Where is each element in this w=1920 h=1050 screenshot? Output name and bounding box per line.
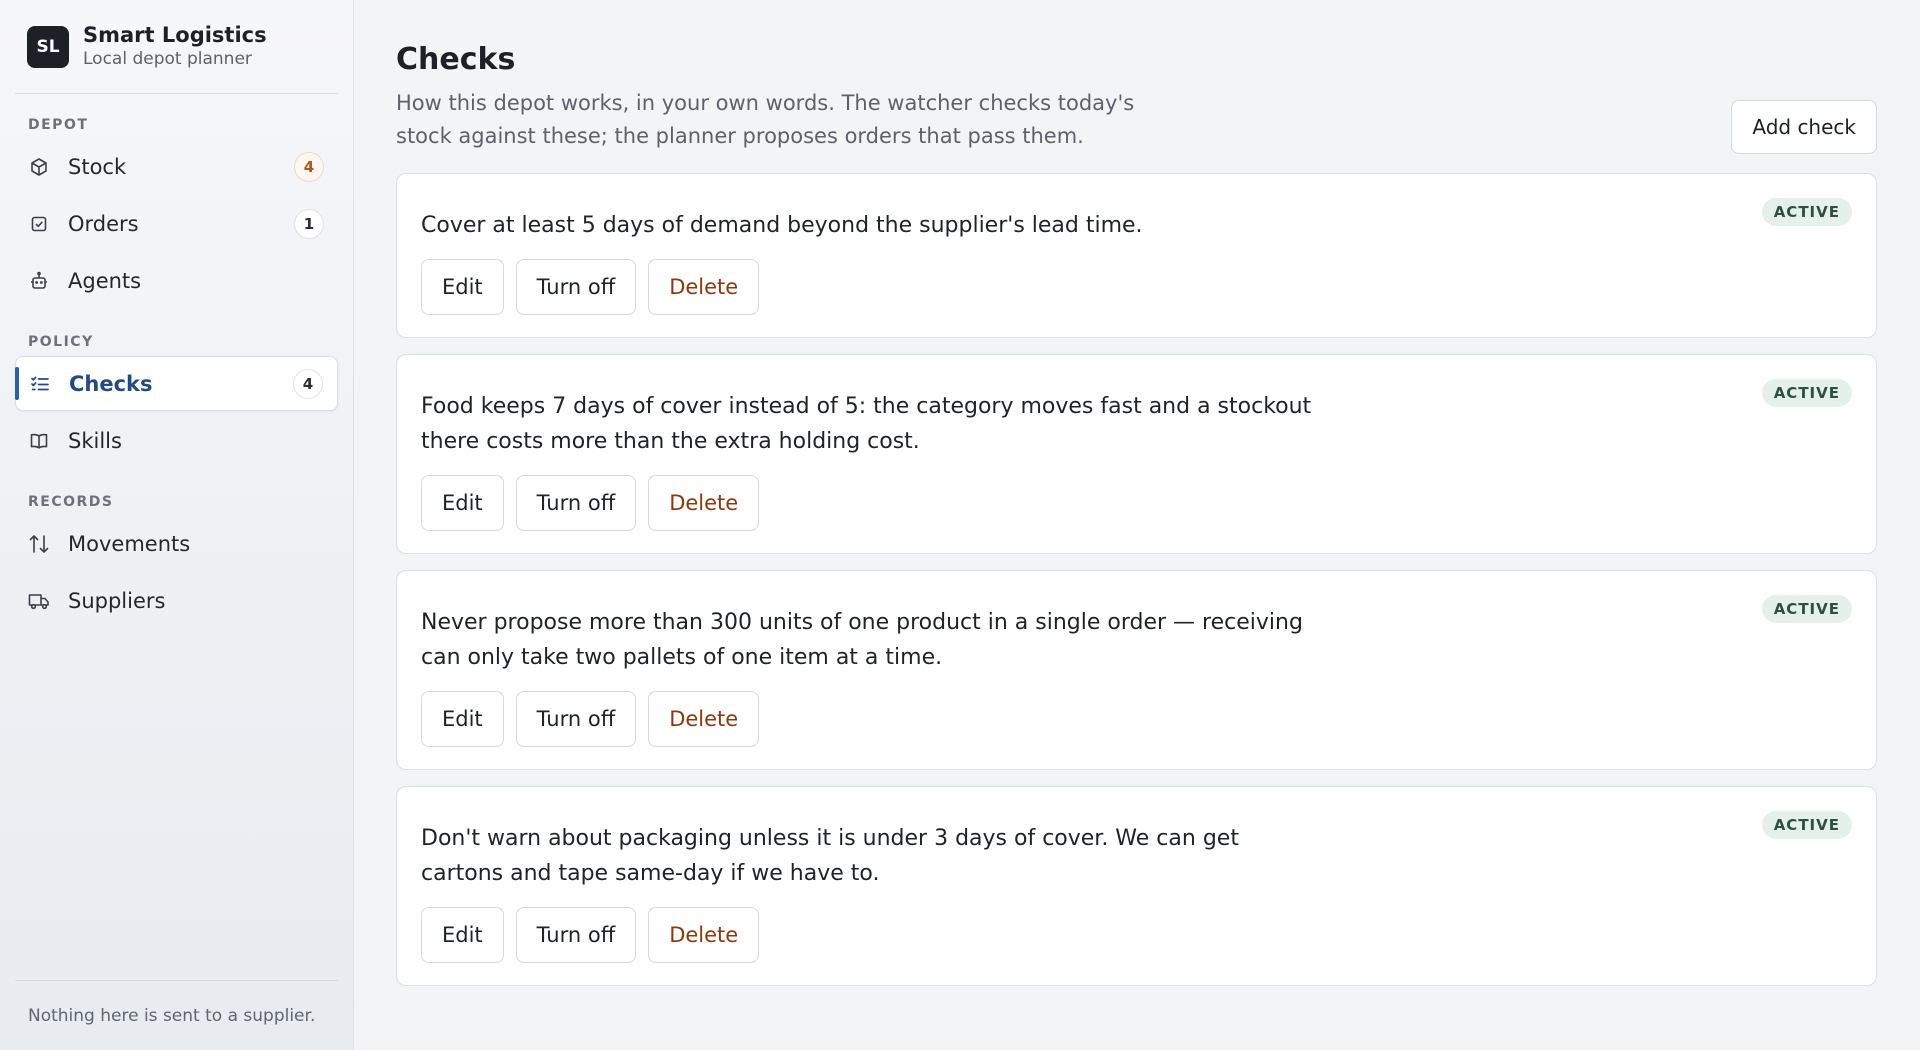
main-content: Checks How this depot works, in your own…	[354, 0, 1920, 1050]
check-text: Food keeps 7 days of cover instead of 5:…	[421, 394, 1312, 454]
checks-list: Cover at least 5 days of demand beyond t…	[396, 173, 1877, 986]
book-icon	[28, 430, 50, 452]
delete-button[interactable]: Delete	[648, 907, 760, 963]
status-badge: ACTIVE	[1761, 595, 1852, 623]
robot-icon	[28, 270, 50, 292]
sidebar-item-skills[interactable]: Skills	[15, 413, 338, 468]
check-text: Don't warn about packaging unless it is …	[421, 826, 1239, 886]
check-actions: Edit Turn off Delete	[421, 907, 1852, 963]
nav-section-depot: DEPOT	[28, 117, 89, 133]
check-card: Never propose more than 300 units of one…	[396, 570, 1877, 770]
sidebar-item-checks[interactable]: Checks 4	[15, 356, 338, 411]
edit-button[interactable]: Edit	[421, 907, 504, 963]
nav-section-records: RECORDS	[28, 494, 114, 510]
edit-button[interactable]: Edit	[421, 259, 504, 315]
box-icon	[28, 156, 50, 178]
check-actions: Edit Turn off Delete	[421, 259, 1852, 315]
add-check-button[interactable]: Add check	[1731, 100, 1877, 154]
edit-button[interactable]: Edit	[421, 475, 504, 531]
sidebar-item-movements[interactable]: Movements	[15, 516, 338, 571]
turn-off-button[interactable]: Turn off	[515, 691, 637, 747]
checklist-icon	[29, 373, 51, 395]
delete-button[interactable]: Delete	[648, 475, 760, 531]
delete-button[interactable]: Delete	[648, 259, 760, 315]
status-badge: ACTIVE	[1761, 198, 1852, 226]
check-actions: Edit Turn off Delete	[421, 475, 1852, 531]
checkbox-icon	[28, 213, 50, 235]
check-actions: Edit Turn off Delete	[421, 691, 1852, 747]
status-badge: ACTIVE	[1761, 811, 1852, 839]
count-badge: 1	[294, 208, 324, 239]
check-card: Cover at least 5 days of demand beyond t…	[396, 173, 1877, 338]
brand-name: Smart Logistics	[83, 23, 267, 47]
turn-off-button[interactable]: Turn off	[515, 259, 637, 315]
turn-off-button[interactable]: Turn off	[515, 475, 637, 531]
nav-section-policy: POLICY	[28, 334, 94, 350]
sidebar-item-label: Agents	[68, 268, 142, 293]
sidebar-item-label: Checks	[69, 371, 153, 396]
sidebar-item-label: Movements	[68, 531, 191, 556]
sidebar-item-stock[interactable]: Stock 4	[15, 139, 338, 194]
edit-button[interactable]: Edit	[421, 691, 504, 747]
status-badge: ACTIVE	[1761, 379, 1852, 407]
sidebar-item-label: Orders	[68, 211, 139, 236]
sidebar-item-orders[interactable]: Orders 1	[15, 196, 338, 251]
brand-subtitle: Local depot planner	[83, 49, 252, 69]
arrows-updown-icon	[28, 533, 50, 555]
check-text: Never propose more than 300 units of one…	[421, 610, 1303, 670]
brand: SL Smart Logistics Local depot planner	[15, 0, 338, 94]
count-badge: 4	[293, 368, 323, 399]
truck-icon	[28, 590, 50, 612]
brand-logo: SL	[27, 25, 69, 68]
check-text: Cover at least 5 days of demand beyond t…	[421, 213, 1143, 238]
sidebar-item-agents[interactable]: Agents	[15, 253, 338, 308]
check-card: Food keeps 7 days of cover instead of 5:…	[396, 354, 1877, 554]
delete-button[interactable]: Delete	[648, 691, 760, 747]
page-description: How this depot works, in your own words.…	[396, 91, 1135, 148]
sidebar-footer-note: Nothing here is sent to a supplier.	[15, 980, 338, 1050]
sidebar-item-label: Stock	[68, 154, 127, 179]
page-title: Checks	[396, 42, 516, 77]
count-badge: 4	[294, 151, 324, 182]
turn-off-button[interactable]: Turn off	[515, 907, 637, 963]
sidebar: SL Smart Logistics Local depot planner D…	[0, 0, 354, 1050]
sidebar-item-label: Suppliers	[68, 588, 166, 613]
check-card: Don't warn about packaging unless it is …	[396, 786, 1877, 986]
sidebar-item-suppliers[interactable]: Suppliers	[15, 573, 338, 628]
sidebar-item-label: Skills	[68, 428, 122, 453]
